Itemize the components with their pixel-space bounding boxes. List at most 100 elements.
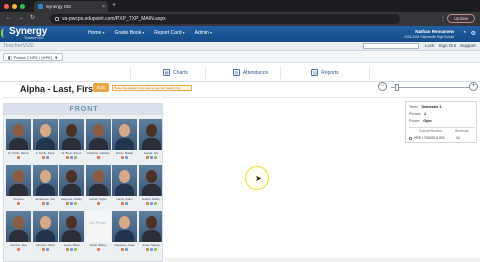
settings-icon[interactable]: ⚙ <box>471 30 476 37</box>
flag-icon[interactable] <box>70 156 73 159</box>
flag-icon[interactable] <box>17 156 20 159</box>
tab-close-icon[interactable]: × <box>102 4 105 10</box>
seat[interactable]: Hebert, Ridley <box>138 165 163 207</box>
flag-icon[interactable] <box>153 248 157 251</box>
lock-link[interactable]: Lock <box>425 43 435 48</box>
flag-icon[interactable] <box>145 248 149 251</box>
seat[interactable]: Crawford, Isabella <box>85 119 111 161</box>
seat[interactable]: Jones, Maya <box>59 211 84 253</box>
zoom-slider-handle[interactable] <box>394 84 399 91</box>
flag-icon[interactable] <box>66 248 69 251</box>
seat[interactable]: W. Bess, Simon <box>59 119 84 161</box>
flag-icon[interactable] <box>153 156 157 159</box>
flag-icon[interactable] <box>121 202 124 205</box>
menu-grade-book[interactable]: Grade Book <box>114 30 144 36</box>
student-name: Grayson <box>13 197 24 201</box>
flag-icon[interactable] <box>121 156 124 159</box>
seat[interactable]: Garcia, Nia <box>138 119 162 161</box>
flag-icon[interactable] <box>45 202 49 205</box>
update-button[interactable]: Update <box>447 14 475 23</box>
search-input[interactable] <box>363 43 419 49</box>
row-checkbox[interactable] <box>409 136 412 140</box>
new-tab-button[interactable]: + <box>112 2 116 9</box>
browser-menu-icon[interactable]: ⋮ <box>440 15 446 22</box>
flag-icon[interactable] <box>17 202 20 205</box>
student-flags <box>139 202 163 205</box>
seat[interactable]: Harris, Aiden <box>112 165 137 207</box>
back-icon[interactable]: ← <box>6 15 12 22</box>
flag-icon[interactable] <box>70 202 73 205</box>
reload-icon[interactable]: ↻ <box>30 15 35 22</box>
seat[interactable]: Davis, Malaki <box>112 119 137 161</box>
seat[interactable]: Jackson, Alex <box>6 211 31 253</box>
zoom-out-button[interactable]: − <box>378 82 387 91</box>
menu-home[interactable]: Home <box>88 30 104 36</box>
zoom-slider-track[interactable] <box>391 87 469 88</box>
flag-icon[interactable] <box>153 202 157 205</box>
zoom-in-button[interactable]: + <box>469 82 478 91</box>
period-select[interactable]: ◧ Period 2 HPE I (HPE) ▼ <box>3 53 64 61</box>
seat[interactable]: Grayson <box>6 165 31 207</box>
menu-report-card[interactable]: Report Card <box>154 30 184 36</box>
photo-head <box>13 124 24 137</box>
table-row[interactable]: HPE I 730020-0-001 34 <box>409 136 475 140</box>
flag-icon[interactable] <box>125 202 128 205</box>
tab-reports[interactable]: ▥ Reports <box>280 66 370 79</box>
flag-icon[interactable] <box>74 202 77 205</box>
maximize-window-button[interactable] <box>20 4 25 9</box>
term-row: Term: Semester 1 <box>409 105 442 109</box>
flag-icon[interactable] <box>149 202 153 205</box>
flag-icon[interactable] <box>41 248 45 251</box>
seat[interactable]: Johnson, Olivia <box>32 211 58 253</box>
close-window-button[interactable] <box>4 4 9 9</box>
student-photo <box>32 165 58 196</box>
address-bar[interactable]: va-pwcps.edupoint.com/PXP_TXP_MAIN.aspx <box>50 14 400 24</box>
term-label: Term: <box>409 105 419 109</box>
flag-icon[interactable] <box>145 202 149 205</box>
menu-admin[interactable]: Admin <box>195 30 212 36</box>
student-name: Kalyanam, Isaac <box>114 243 135 247</box>
seat[interactable]: No Photo Kader, Bailey <box>85 211 111 253</box>
period-bar: ◧ Period 2 HPE I (HPE) ▼ <box>0 51 480 63</box>
flag-icon[interactable] <box>96 156 100 159</box>
seat[interactable]: M. Smith, Darius <box>6 119 31 161</box>
flag-icon[interactable] <box>125 248 128 251</box>
minimize-window-button[interactable] <box>12 4 17 9</box>
seat[interactable]: A. Smith, Dana <box>32 119 58 161</box>
student-flags <box>112 156 137 159</box>
flag-icon[interactable] <box>149 156 153 159</box>
flag-icon[interactable] <box>66 202 69 205</box>
student-flags <box>86 202 111 205</box>
flag-icon[interactable] <box>125 156 128 159</box>
flag-icon[interactable] <box>70 248 73 251</box>
flag-icon[interactable] <box>45 156 49 159</box>
flag-icon[interactable] <box>149 248 153 251</box>
notifications-icon[interactable]: ◔ <box>462 30 466 36</box>
support-link[interactable]: Support <box>460 43 476 48</box>
flag-icon[interactable] <box>74 248 77 251</box>
flag-icon[interactable] <box>41 156 45 159</box>
flag-icon[interactable] <box>96 202 100 205</box>
flag-icon[interactable] <box>74 156 77 159</box>
flag-icon[interactable] <box>121 248 124 251</box>
flag-icon[interactable] <box>96 248 100 251</box>
seat[interactable]: Kalyanam, Isaac <box>112 211 137 253</box>
student-photo <box>32 119 58 150</box>
flag-icon[interactable] <box>66 156 69 159</box>
flag-icon[interactable] <box>17 248 20 251</box>
forward-icon[interactable]: → <box>18 15 24 22</box>
student-photo <box>138 165 162 196</box>
edit-button[interactable]: Edit <box>93 83 109 92</box>
flag-icon[interactable] <box>41 202 45 205</box>
seat[interactable]: Harrell, Tayler <box>85 165 111 207</box>
student-photo <box>85 119 111 150</box>
flag-icon[interactable] <box>45 248 49 251</box>
user-name: Nathan Remamew <box>415 29 454 34</box>
seat[interactable]: Hargrove, Ashley <box>59 165 84 207</box>
flag-icon[interactable] <box>145 156 149 159</box>
seat[interactable]: Henderson, Kai <box>32 165 58 207</box>
browser-tab[interactable]: Synergy SIS × <box>34 1 108 12</box>
sign-out-link[interactable]: Sign Out <box>439 43 457 48</box>
photo-body <box>88 138 108 150</box>
seat[interactable]: Jones, Nathan <box>138 211 162 253</box>
